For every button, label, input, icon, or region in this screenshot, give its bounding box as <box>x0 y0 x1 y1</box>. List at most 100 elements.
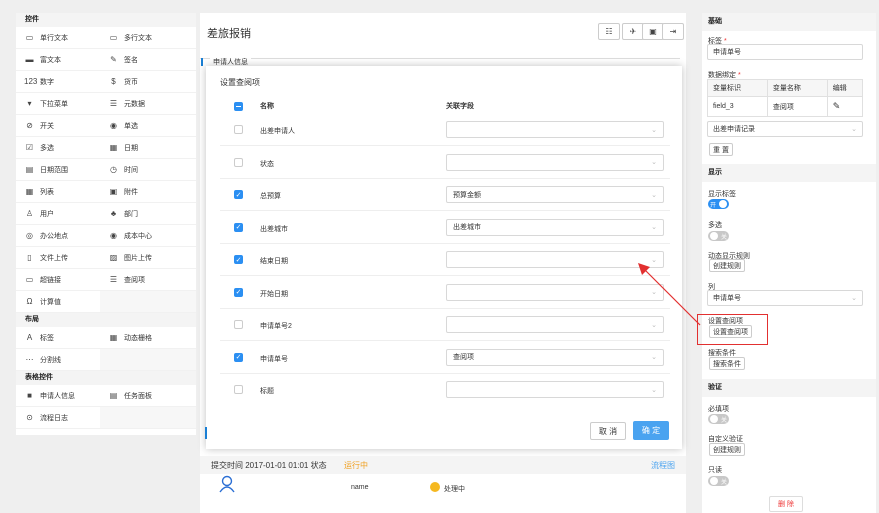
create-rule-button[interactable]: 创建规则 <box>709 259 745 272</box>
section-divider <box>200 58 680 61</box>
palette-item[interactable]: ☰ 元数据 <box>100 93 196 115</box>
palette-item[interactable]: ⊙ 流程日志 <box>16 407 100 429</box>
search-condition-button[interactable]: 搜索条件 <box>709 357 745 370</box>
toggle-on-text: 开 <box>710 202 717 209</box>
palette-item[interactable]: ▭ 单行文本 <box>16 27 100 49</box>
palette-item[interactable]: Ω 计算值 <box>16 291 100 313</box>
palette-item[interactable]: ▨ 图片上传 <box>100 247 196 269</box>
palette-item[interactable]: ▦ 动态栅格 <box>100 327 196 349</box>
multi-select-toggle[interactable]: 关 <box>708 231 729 241</box>
related-field-select[interactable]: 出差城市 ⌄ <box>446 218 664 236</box>
palette-item-label: 查阅项 <box>124 276 145 284</box>
palette-item[interactable]: ◉ 成本中心 <box>100 225 196 247</box>
binding-id-value: field_3 <box>707 96 768 117</box>
row-checkbox[interactable]: ✓ <box>234 287 243 297</box>
create-validation-rule-button[interactable]: 创建规则 <box>709 443 745 456</box>
related-field-select[interactable]: ⌄ <box>446 381 664 398</box>
save-button[interactable]: ▣ <box>642 23 664 40</box>
source-select[interactable]: 出差申请记录 ⌄ <box>707 121 863 137</box>
palette-item[interactable]: ☰ 查阅项 <box>100 269 196 291</box>
publish-button[interactable]: ✈ <box>622 23 644 40</box>
related-field-select[interactable]: ⌄ <box>446 153 664 171</box>
processing-icon <box>430 482 440 492</box>
palette-item[interactable]: ◉ 单选 <box>100 115 196 137</box>
related-field-select[interactable]: ⌄ <box>446 121 664 138</box>
palette-item[interactable]: ▭ 多行文本 <box>100 27 196 49</box>
palette-item[interactable]: ◎ 办公地点 <box>16 225 100 247</box>
processing-status: 处理中 <box>444 486 465 493</box>
row-checkbox[interactable] <box>234 157 243 167</box>
palette-item[interactable]: ▤ 任务面板 <box>100 385 196 407</box>
formula-icon: Ω <box>26 297 33 306</box>
location-icon: ◎ <box>26 231 33 240</box>
palette-item-label: 申请人信息 <box>40 392 75 400</box>
palette-item[interactable]: ▦ 日期 <box>100 137 196 159</box>
required-toggle[interactable]: 关 <box>708 414 729 424</box>
related-field-select[interactable]: 预算金额 ⌄ <box>446 186 664 203</box>
palette-item-label: 计算值 <box>40 298 61 306</box>
reset-button[interactable]: 重 置 <box>709 143 733 156</box>
palette-item-label: 标签 <box>40 334 54 342</box>
palette-item[interactable]: ♣ 部门 <box>100 203 196 225</box>
palette-item[interactable]: ▬ 富文本 <box>16 49 100 71</box>
related-field-select[interactable]: 查阅项 ⌄ <box>446 348 664 366</box>
palette-item[interactable]: ⊘ 开关 <box>16 115 100 137</box>
section-marker <box>201 58 203 66</box>
palette-item-label: 文件上传 <box>40 254 68 262</box>
layout-toggle-button[interactable]: ☷ <box>598 23 620 40</box>
palette-item[interactable]: ▣ 附件 <box>100 181 196 203</box>
row-checkbox[interactable] <box>234 320 243 329</box>
readonly-title: 只读 <box>708 467 722 474</box>
row-checkbox[interactable] <box>234 125 243 134</box>
select-all-checkbox[interactable] <box>234 95 243 117</box>
palette-empty-cell <box>100 349 196 371</box>
delete-button[interactable]: 删 除 <box>769 496 803 512</box>
related-field-value: 出差城市 <box>453 224 481 231</box>
palette-section-title: 表格控件 <box>16 371 196 385</box>
row-checkbox[interactable]: ✓ <box>234 222 243 232</box>
section-marker <box>205 427 207 439</box>
palette-item[interactable]: ✎ 签名 <box>100 49 196 71</box>
dynamic-grid-icon: ▦ <box>109 333 118 342</box>
pencil-icon: ✎ <box>832 101 841 111</box>
palette-item[interactable]: ▤ 日期范围 <box>16 159 100 181</box>
row-checkbox[interactable]: ✓ <box>234 190 243 199</box>
chevron-down-icon: ⌄ <box>651 354 657 361</box>
exit-button[interactable]: ⇥ <box>662 23 684 40</box>
flow-chart-link[interactable]: 流程图 <box>651 460 675 471</box>
palette-item[interactable]: ▯ 文件上传 <box>16 247 100 269</box>
label-input[interactable]: 申请单号 <box>707 44 863 60</box>
palette-item[interactable]: ⋯ 分割线 <box>16 349 100 371</box>
show-label-toggle[interactable]: 开 <box>708 199 729 209</box>
palette-item[interactable]: ♙ 用户 <box>16 203 100 225</box>
binding-table: 变量标识 变量名称 编辑 field_3 查阅项 ✎ <box>707 79 864 117</box>
palette-item-label: 多行文本 <box>124 34 152 42</box>
palette-item[interactable]: ◷ 时间 <box>100 159 196 181</box>
cancel-button[interactable]: 取 消 <box>590 422 626 440</box>
palette-item-label: 附件 <box>124 188 138 196</box>
palette-item[interactable]: $ 货币 <box>100 71 196 93</box>
palette-item[interactable]: ▦ 列表 <box>16 181 100 203</box>
palette-item-label: 日期范围 <box>40 166 68 174</box>
palette-item[interactable]: ■ 申请人信息 <box>16 385 100 407</box>
row-checkbox[interactable]: ✓ <box>234 352 243 362</box>
palette-empty-cell <box>100 407 196 429</box>
toggle-knob <box>710 232 718 240</box>
palette-item[interactable]: ▭ 超链接 <box>16 269 100 291</box>
palette-item-label: 部门 <box>124 210 138 218</box>
row-checkbox[interactable]: ✓ <box>234 255 243 264</box>
edit-binding-button[interactable]: ✎ <box>826 96 864 117</box>
palette-item[interactable]: A 标签 <box>16 327 100 349</box>
column-select[interactable]: 申请单号 ⌄ <box>707 290 863 306</box>
palette-item-label: 元数据 <box>124 100 145 108</box>
palette-item[interactable]: ☑ 多选 <box>16 137 100 159</box>
row-checkbox[interactable] <box>234 385 243 394</box>
row-name: 状态 <box>260 160 274 168</box>
row-name: 出差申请人 <box>260 128 295 135</box>
palette-item-label: 签名 <box>124 56 138 64</box>
palette-item[interactable]: 123 数字 <box>16 71 100 93</box>
readonly-toggle[interactable]: 关 <box>708 476 729 486</box>
palette-item[interactable]: ▾ 下拉菜单 <box>16 93 100 115</box>
palette-item-label: 超链接 <box>40 276 61 284</box>
confirm-button[interactable]: 确 定 <box>633 421 669 440</box>
